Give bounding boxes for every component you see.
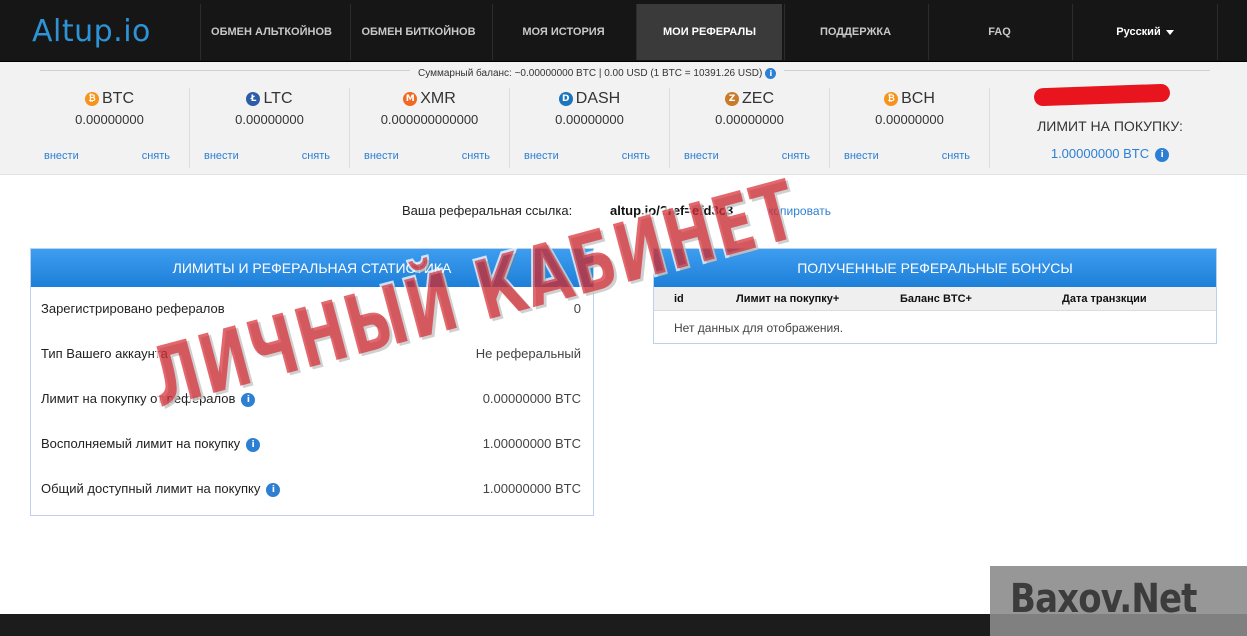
zcash-icon: Z <box>725 91 739 106</box>
balance-bar: Суммарный баланс: ~0.00000000 BTC | 0.00… <box>0 62 1247 175</box>
coin-name: Ł LTC <box>190 88 349 110</box>
coin-name: ₿ BCH <box>830 88 989 110</box>
coin-dash: D DASH 0.00000000 внести снять <box>510 88 670 168</box>
coin-symbol: BCH <box>901 90 935 107</box>
nav-bitcoin-exchange[interactable]: ОБМЕН БИТКОЙНОВ <box>350 4 486 60</box>
deposit-link[interactable]: внести <box>44 150 79 162</box>
logo[interactable]: Altup.io <box>32 14 151 49</box>
nav-faq[interactable]: FAQ <box>928 4 1070 60</box>
coin-ltc: Ł LTC 0.00000000 внести снять <box>190 88 350 168</box>
coin-symbol: DASH <box>575 90 621 107</box>
coin-xmr: M XMR 0.000000000000 внести снять <box>350 88 510 168</box>
column-id[interactable]: id <box>674 293 684 305</box>
withdraw-link[interactable]: снять <box>302 150 330 162</box>
column-balance[interactable]: Баланс BTC+ <box>900 293 972 305</box>
nav-altcoin-exchange[interactable]: ОБМЕН АЛЬТКОЙНОВ <box>200 4 342 60</box>
info-icon[interactable]: i <box>1155 147 1170 162</box>
coin-symbol: BTC <box>102 90 134 107</box>
top-nav: Altup.io ОБМЕН АЛЬТКОЙНОВ ОБМЕН БИТКОЙНО… <box>0 0 1247 62</box>
coin-symbol: XMR <box>420 90 456 107</box>
bitcoin-icon: ₿ <box>85 91 99 106</box>
purchase-limit-amount: 1.00000000 BTC <box>1050 146 1150 161</box>
stat-row: Общий доступный лимит на покупку i 1.00000… <box>31 467 593 511</box>
total-balance-text: Суммарный баланс: ~0.00000000 BTC | 0.00… <box>418 68 763 80</box>
referral-link-label: Ваша реферальная ссылка: <box>402 203 573 218</box>
coin-symbol: ZEC <box>742 90 774 107</box>
purchase-limit-title: ЛИМИТ НА ПОКУПКУ: <box>1037 118 1183 134</box>
coin-bch: ₿ BCH 0.00000000 внести снять <box>830 88 990 168</box>
language-dropdown[interactable]: Русский <box>1072 4 1218 60</box>
coin-balance: 0.00000000 <box>875 112 944 127</box>
withdraw-link[interactable]: снять <box>782 150 810 162</box>
info-icon[interactable]: i <box>246 437 261 452</box>
bonus-table-header: id Лимит на покупку+ Баланс BTC+ Дата тр… <box>654 287 1216 311</box>
nav-my-history[interactable]: МОЯ ИСТОРИЯ <box>492 4 634 60</box>
stat-row: Восполняемый лимит на покупку i 1.00000000… <box>31 422 593 466</box>
stat-value: 1.00000000 BTC <box>482 481 581 496</box>
stat-label-text: Зарегистрировано рефералов <box>41 301 225 316</box>
coin-name: ₿ BTC <box>30 88 189 110</box>
column-limit[interactable]: Лимит на покупку+ <box>736 293 839 305</box>
info-icon[interactable]: i <box>266 482 281 497</box>
bitcoin-cash-icon: ₿ <box>884 91 899 106</box>
coin-balance: 0.00000000 <box>555 112 624 127</box>
coin-balance: 0.000000000000 <box>380 112 479 127</box>
deposit-link[interactable]: внести <box>204 150 239 162</box>
deposit-link[interactable]: внести <box>684 150 719 162</box>
total-balance: Суммарный баланс: ~0.00000000 BTC | 0.00… <box>410 68 785 80</box>
bonus-empty-message: Нет данных для отображения. <box>674 321 844 335</box>
language-label: Русский <box>1116 26 1161 38</box>
dash-icon: D <box>558 91 573 106</box>
monero-icon: M <box>403 91 418 106</box>
deposit-link[interactable]: внести <box>524 150 559 162</box>
coin-balance: 0.00000000 <box>715 112 784 127</box>
stat-label-text: Общий доступный лимит на покупку <box>41 481 261 496</box>
withdraw-link[interactable]: снять <box>622 150 650 162</box>
nav-my-referrals[interactable]: МОИ РЕФЕРАЛЫ <box>636 4 782 60</box>
stat-label: Восполняемый лимит на покупку i <box>41 436 261 452</box>
coin-name: M XMR <box>350 88 509 110</box>
column-date[interactable]: Дата транзкции <box>1062 293 1147 305</box>
deposit-link[interactable]: внести <box>364 150 399 162</box>
stat-value: 1.00000000 BTC <box>482 436 581 451</box>
watermark: Baxov.Net <box>1010 576 1197 622</box>
withdraw-link[interactable]: снять <box>942 150 970 162</box>
litecoin-icon: Ł <box>246 91 261 106</box>
purchase-limit-value: 1.00000000 BTC i <box>1000 146 1220 162</box>
stat-label: Общий доступный лимит на покупку i <box>41 481 281 497</box>
nav-support[interactable]: ПОДДЕРЖКА <box>784 4 926 60</box>
stat-value: 0.00000000 BTC <box>482 391 581 406</box>
caret-down-icon <box>1165 29 1174 35</box>
info-icon[interactable]: i <box>765 68 777 79</box>
withdraw-link[interactable]: снять <box>142 150 170 162</box>
coin-balance: 0.00000000 <box>235 112 304 127</box>
withdraw-link[interactable]: снять <box>462 150 490 162</box>
deposit-link[interactable]: внести <box>844 150 879 162</box>
coin-name: Z ZEC <box>670 88 829 110</box>
coin-zec: Z ZEC 0.00000000 внести снять <box>670 88 830 168</box>
stat-value: Не реферальный <box>475 346 581 361</box>
coin-name: D DASH <box>510 88 669 110</box>
stat-label-text: Восполняемый лимит на покупку <box>41 436 241 451</box>
coin-symbol: LTC <box>263 90 293 107</box>
stat-label: Зарегистрировано рефералов <box>41 301 225 316</box>
coin-balance: 0.00000000 <box>75 112 144 127</box>
coin-btc: ₿ BTC 0.00000000 внести снять <box>30 88 190 168</box>
